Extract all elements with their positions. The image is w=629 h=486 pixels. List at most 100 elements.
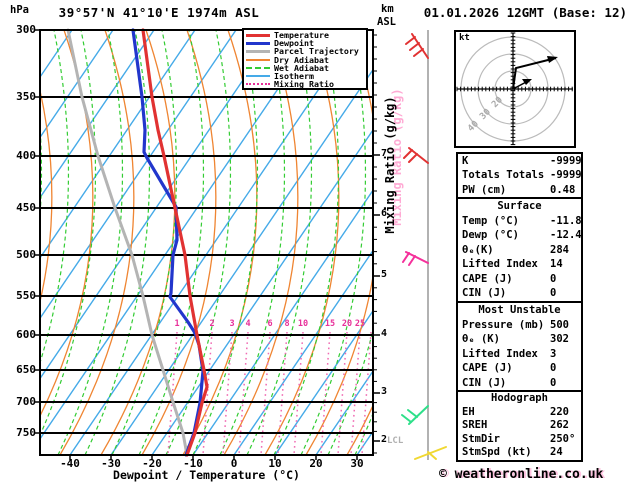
pressure-tick-label: 650 [16,363,36,376]
legend-line-sample [246,75,270,78]
table-row-label: CIN (J) [462,287,507,300]
hodograph: 203040 [454,30,576,148]
wind-barb [409,42,420,51]
pressure-tick-label: 300 [16,23,36,36]
isotherm-line [110,68,373,455]
table-row-value: 24 [550,446,563,459]
pressure-tick-label: 400 [16,149,36,162]
table-row: K -9999 [458,154,582,168]
pressure-tick-label: 550 [16,289,36,302]
legend-line-sample [246,33,270,37]
dry-adiabat-line [100,30,176,455]
dry-adiabat-line [223,30,299,455]
mixing-ratio-value-label: 15 [324,319,336,329]
table-section: Hodograph EH 220 SREH 262 StmDir 250° StmSpd (k… [456,390,583,462]
wind-barb [403,149,413,159]
table-row-value: -12.4 [550,229,582,242]
dry-adiabat-line [182,30,258,455]
table-row: StmSpd (kt) 24 [458,446,581,460]
mixing-ratio-value-label: 2 [209,319,215,329]
table-row-label: Pressure (mb) [462,318,545,331]
mixing-ratio-value-label: 3 [229,319,235,329]
table-section-header: Hodograph [491,392,548,404]
pressure-tick-label: 600 [16,328,36,341]
legend-line-sample [246,66,270,69]
temperature-tick-label: 20 [309,457,323,470]
pressure-tick-label: 350 [16,90,36,103]
table-row-value: 302 [550,333,569,345]
table-row-value: -9999 [550,155,582,167]
table-row-label: θₑ (K) [462,333,500,345]
table-row: θₑ (K) 302 [458,332,581,347]
temperature-tick-label: -10 [183,457,203,470]
table-section: Surface Temp (°C) -11.8 Dewp (°C) -12.4 θₑ(K)… [456,197,583,303]
table-row: Pressure (mb) 500 [458,318,581,333]
table-row-label: Lifted Index [462,347,538,360]
table-row-value: 250° [550,432,576,445]
indices-table: K -9999 Totals Totals -9999 PW (cm) 0.48 Surfa… [456,152,583,462]
table-row-label: Temp (°C) [462,214,519,227]
table-row-label: K [462,155,469,167]
table-row-value: 14 [550,258,563,271]
km-tick-label: 5 [381,269,388,280]
mixing-ratio-value-label: 25 [354,319,366,329]
table-row-label: StmDir [462,432,500,445]
legend-line-sample [246,41,270,45]
table-row: EH 220 [458,406,581,420]
wind-barb [408,255,416,266]
table-row: CIN (J) 0 [458,286,581,301]
table-row: PW (cm) 0.48 [458,183,581,197]
table-row: Dewp (°C) -12.4 [458,228,582,243]
station-title: 39°57'N 41°10'E 1974m ASL [58,5,260,20]
table-row-value: 0 [550,272,557,285]
mixing-ratio-line [277,331,288,455]
table-section-header: Most Unstable [478,304,561,316]
pressure-tick-label: 450 [16,201,36,214]
dry-adiabat-line [264,30,340,455]
table-row-value: 3 [550,347,557,360]
table-section: K -9999 Totals Totals -9999 PW (cm) 0.48 [456,152,583,199]
table-row-value: 0 [550,287,557,300]
table-section: Most Unstable Pressure (mb) 500 θₑ (K) 302 Li… [456,301,583,392]
wind-barb [401,414,412,423]
x-axis-label: Dewpoint / Temperature (°C) [113,468,300,482]
table-row-value: -9999 [550,169,582,182]
legend-item-label: Mixing Ratio [274,79,334,90]
temperature-tick-label: 30 [350,457,364,470]
km-tick-label: 2 [381,434,388,445]
wind-barb [408,153,418,163]
mixing-ratio-value-label: 8 [284,319,290,329]
table-row-value: 0 [550,362,557,374]
table-row-label: Dewp (°C) [462,229,519,242]
temperature-tick-label: -30 [101,457,121,470]
wet-adiabat-line [300,30,367,455]
legend-line-sample [246,49,270,53]
table-row-value: 262 [550,419,569,432]
wet-adiabat-line [273,30,340,455]
table-row-value: 0 [550,376,557,389]
km-tick-label: 4 [381,328,388,339]
mixing-ratio-value-label: 6 [267,319,273,329]
mixing-ratio-value-label: 4 [245,319,251,329]
table-row-value: -11.8 [550,214,582,227]
legend-item: Mixing Ratio [246,80,364,88]
isotherm-line [40,30,319,441]
table-row-label: CAPE (J) [462,272,513,285]
mixing-ratio-value-label: 10 [297,319,309,329]
isotherm-line [40,30,278,380]
dry-adiabat-line [305,30,373,455]
km-tick-label: 6 [381,208,388,219]
km-tick-label: 7 [381,148,388,159]
dry-adiabat-line [59,30,135,455]
wind-barb [408,405,429,425]
table-row-value: 220 [550,405,569,418]
table-row: SREH 262 [458,419,581,433]
table-row-label: CAPE (J) [462,362,513,374]
table-row-label: θₑ(K) [462,243,494,256]
table-row: Lifted Index 3 [458,347,581,362]
pressure-tick-label: 750 [16,426,36,439]
legend-box: Temperature Dewpoint Parcel Trajectory Dry … [242,28,368,90]
legend-line-sample [246,83,270,86]
valid-datetime: 01.01.2026 12GMT (Base: 12) [423,5,627,20]
table-row-label: StmSpd (kt) [462,446,532,459]
